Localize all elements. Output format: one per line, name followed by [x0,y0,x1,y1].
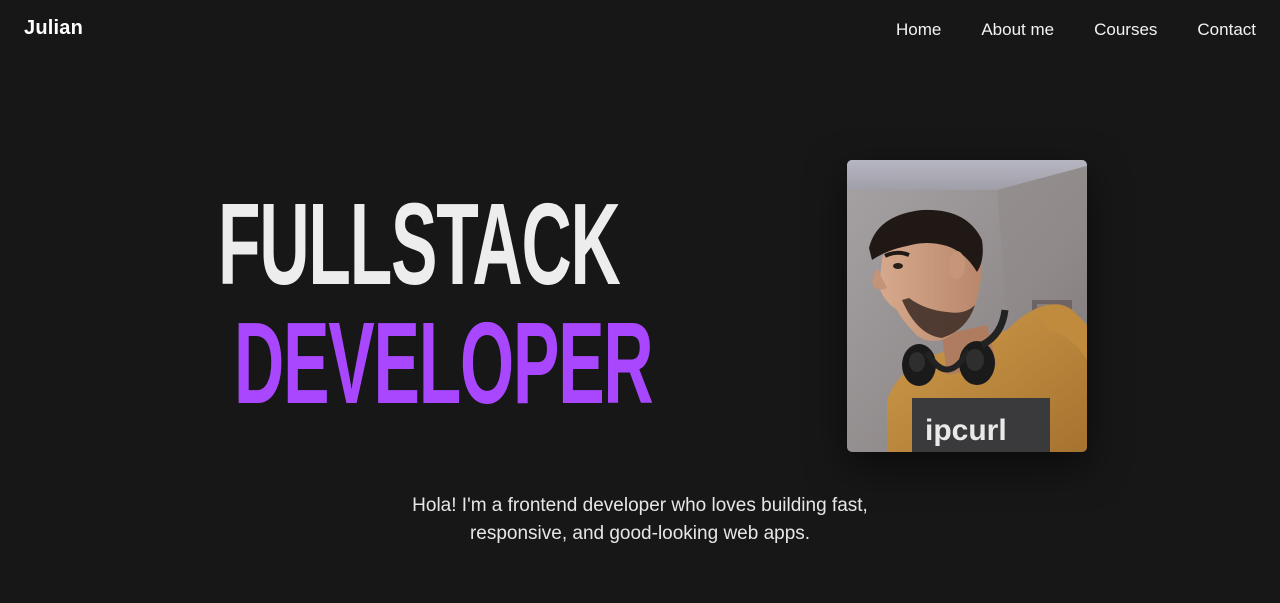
nav-link-about[interactable]: About me [981,20,1054,40]
hero-intro-line-1: Hola! I'm a frontend developer who loves… [412,495,868,516]
nav-link-courses[interactable]: Courses [1094,20,1157,40]
profile-photo: ipcurl [847,160,1087,452]
nav-link-home[interactable]: Home [896,20,941,40]
hero-title-line-fullstack: FULLSTACK [218,179,621,309]
brand-logo-link[interactable]: Julian [24,17,83,40]
main-nav: Home About me Courses Contact [896,20,1256,40]
nav-link-contact[interactable]: Contact [1197,20,1256,40]
hero-title-line-developer: DEVELOPER [234,298,654,428]
portfolio-page: Julian Home About me Courses Contact FUL… [0,0,1280,603]
hero-intro-text: Hola! I'm a frontend developer who loves… [340,492,940,548]
hoodie-print-text: ipcurl [925,414,1007,447]
hero-intro-line-2: responsive, and good-looking web apps. [469,523,811,544]
